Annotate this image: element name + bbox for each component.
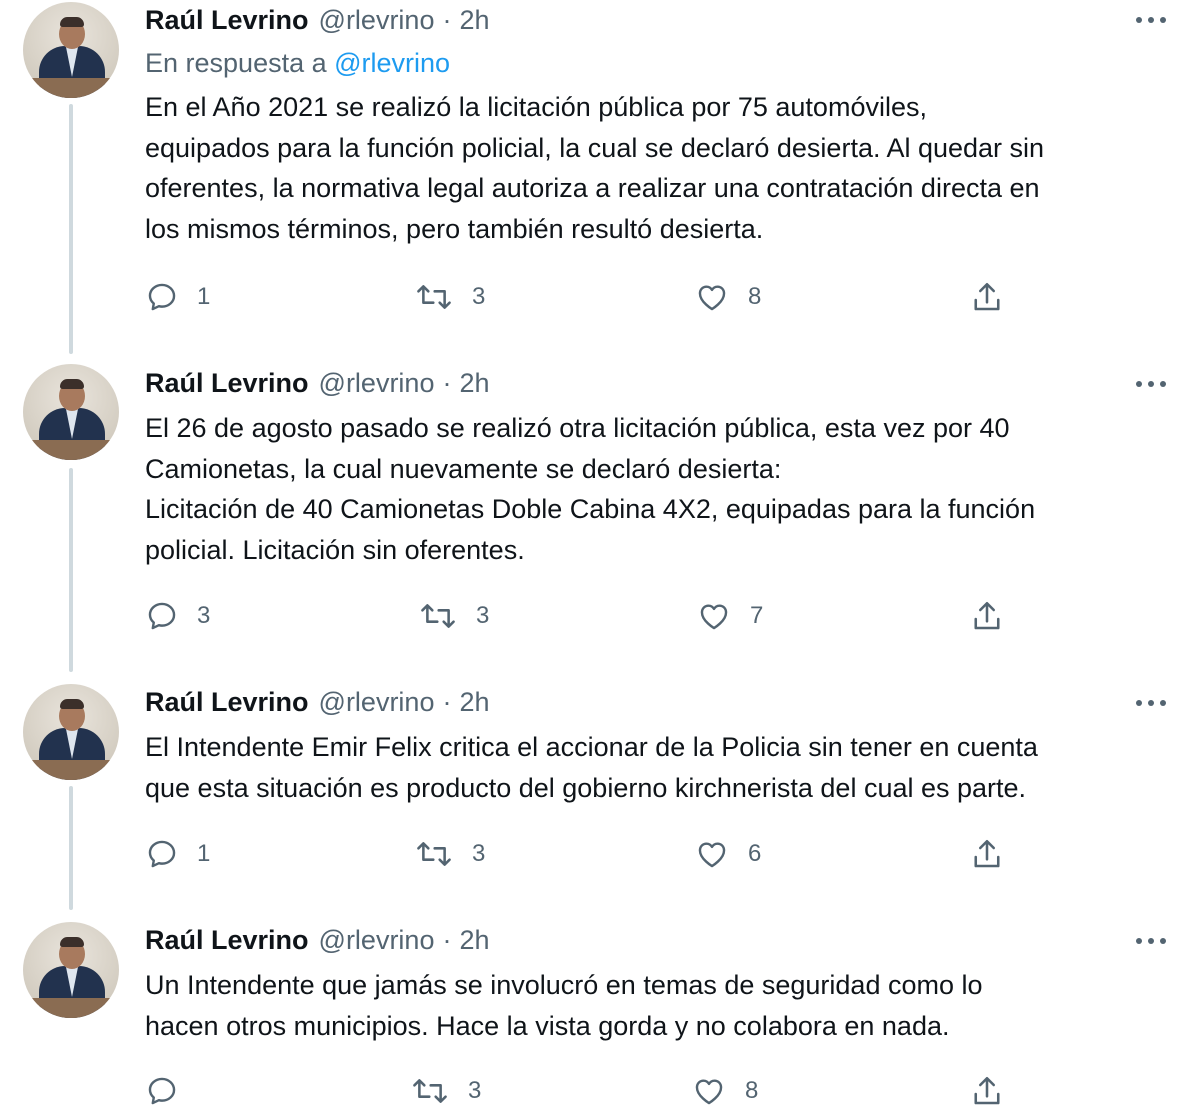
- tweet-text: El 26 de agosto pasado se realizó otra l…: [145, 408, 1185, 571]
- retweet-button[interactable]: 3: [418, 596, 489, 636]
- avatar[interactable]: [23, 922, 119, 1018]
- reply-icon: [148, 1077, 176, 1105]
- like-button[interactable]: 8: [694, 277, 761, 317]
- reply-button[interactable]: 3: [145, 596, 210, 636]
- retweet-count: 3: [472, 840, 486, 867]
- reply-count: 1: [197, 283, 211, 310]
- tweet[interactable]: Raúl Levrino @rlevrino · 2h El 26 de ago…: [0, 360, 1200, 670]
- like-icon: [698, 842, 726, 868]
- like-button[interactable]: 8: [691, 1071, 758, 1111]
- tweet-time[interactable]: 2h: [459, 687, 489, 718]
- author-name[interactable]: Raúl Levrino: [145, 368, 309, 399]
- separator-dot: ·: [442, 686, 452, 717]
- tweet-text-line: En el Año 2021 se realizó la licitación …: [145, 92, 927, 122]
- author-handle[interactable]: @rlevrino: [319, 925, 435, 956]
- tweet-actions: 3 3 7: [0, 596, 1200, 636]
- more-options-icon[interactable]: [1136, 693, 1172, 713]
- reply-mention-link[interactable]: @rlevrino: [334, 48, 450, 78]
- tweet[interactable]: Raúl Levrino @rlevrino · 2h En respuesta…: [0, 0, 1200, 350]
- tweet-text-line: oferentes, la normativa legal autoriza a…: [145, 173, 1040, 204]
- tweet-header: Raúl Levrino @rlevrino · 2h: [145, 3, 490, 37]
- tweet-actions: 1 3 8: [0, 277, 1200, 317]
- retweet-count: 3: [468, 1077, 482, 1104]
- retweet-icon: [413, 1079, 447, 1103]
- reply-icon: [148, 283, 176, 311]
- reply-button[interactable]: 1: [145, 277, 210, 317]
- separator-dot: ·: [442, 367, 452, 398]
- retweet-count: 3: [472, 283, 486, 310]
- retweet-icon: [417, 285, 451, 309]
- tweet-actions: 3 8: [0, 1071, 1200, 1111]
- retweet-icon: [417, 842, 451, 866]
- tweet[interactable]: Raúl Levrino @rlevrino · 2h Un Intendent…: [0, 918, 1200, 1119]
- tweet-text-line: Camionetas, la cual nuevamente se declar…: [145, 453, 782, 484]
- tweet-text-line: equipados para la función policial, la c…: [145, 132, 1045, 163]
- separator-dot: ·: [442, 4, 452, 35]
- share-icon: [974, 839, 1000, 868]
- tweet-text: En el Año 2021 se realizó la licitación …: [145, 87, 1185, 250]
- author-name[interactable]: Raúl Levrino: [145, 687, 309, 718]
- like-icon: [700, 604, 728, 630]
- tweet-header: Raúl Levrino @rlevrino · 2h: [145, 923, 490, 957]
- retweet-button[interactable]: 3: [414, 277, 485, 317]
- like-count: 6: [748, 840, 762, 867]
- tweet-text: El Intendente Emir Felix critica el acci…: [145, 727, 1185, 808]
- author-handle[interactable]: @rlevrino: [319, 5, 435, 36]
- tweet-time[interactable]: 2h: [459, 368, 489, 399]
- share-icon: [974, 282, 1000, 311]
- tweet-time[interactable]: 2h: [459, 925, 489, 956]
- reply-context: En respuesta a @rlevrino: [145, 48, 450, 79]
- retweet-button[interactable]: 3: [410, 1071, 481, 1111]
- reply-button[interactable]: [145, 1071, 197, 1111]
- reply-prefix: En respuesta a: [145, 48, 327, 78]
- more-options-icon[interactable]: [1136, 10, 1172, 30]
- tweet-text-line: los mismos términos, pero también result…: [145, 214, 764, 245]
- more-options-icon[interactable]: [1136, 931, 1172, 951]
- author-handle[interactable]: @rlevrino: [319, 368, 435, 399]
- author-handle[interactable]: @rlevrino: [319, 687, 435, 718]
- share-icon: [974, 601, 1000, 630]
- tweet-time[interactable]: 2h: [459, 5, 489, 36]
- avatar[interactable]: [23, 2, 119, 98]
- avatar[interactable]: [23, 684, 119, 780]
- tweet-text-line: El Intendente Emir Felix critica el acci…: [145, 732, 1038, 762]
- reply-count: 1: [197, 840, 211, 867]
- author-name[interactable]: Raúl Levrino: [145, 5, 309, 36]
- retweet-button[interactable]: 3: [414, 834, 485, 874]
- retweet-count: 3: [476, 602, 490, 629]
- tweet-text-line: que esta situación es producto del gobie…: [145, 772, 1027, 803]
- like-button[interactable]: 7: [696, 596, 763, 636]
- tweet-text: Un Intendente que jamás se involucró en …: [145, 965, 1185, 1046]
- share-button[interactable]: [969, 1071, 1005, 1111]
- tweet-text-line: policial. Licitación sin oferentes.: [145, 535, 525, 566]
- share-button[interactable]: [969, 834, 1005, 874]
- share-button[interactable]: [969, 277, 1005, 317]
- tweet-text-line: Un Intendente que jamás se involucró en …: [145, 970, 983, 1000]
- tweet-actions: 1 3 6: [0, 834, 1200, 874]
- tweet-text-line: El 26 de agosto pasado se realizó otra l…: [145, 413, 1010, 443]
- reply-icon: [148, 602, 176, 630]
- tweet[interactable]: Raúl Levrino @rlevrino · 2h El Intendent…: [0, 680, 1200, 910]
- like-count: 8: [748, 283, 762, 310]
- tweet-header: Raúl Levrino @rlevrino · 2h: [145, 685, 490, 719]
- retweet-icon: [421, 604, 455, 628]
- like-button[interactable]: 6: [694, 834, 761, 874]
- author-name[interactable]: Raúl Levrino: [145, 925, 309, 956]
- reply-button[interactable]: 1: [145, 834, 210, 874]
- like-icon: [695, 1079, 723, 1105]
- separator-dot: ·: [442, 924, 452, 955]
- like-icon: [698, 285, 726, 311]
- share-icon: [974, 1076, 1000, 1105]
- more-options-icon[interactable]: [1136, 374, 1172, 394]
- tweet-text-line: hacen otros municipios. Hace la vista go…: [145, 1010, 950, 1041]
- avatar[interactable]: [23, 364, 119, 460]
- tweet-text-line: Licitación de 40 Camionetas Doble Cabina…: [145, 494, 1036, 525]
- share-button[interactable]: [969, 596, 1005, 636]
- reply-icon: [148, 840, 176, 868]
- like-count: 7: [750, 602, 764, 629]
- like-count: 8: [745, 1077, 759, 1104]
- reply-count: 3: [197, 602, 211, 629]
- tweet-header: Raúl Levrino @rlevrino · 2h: [145, 366, 490, 400]
